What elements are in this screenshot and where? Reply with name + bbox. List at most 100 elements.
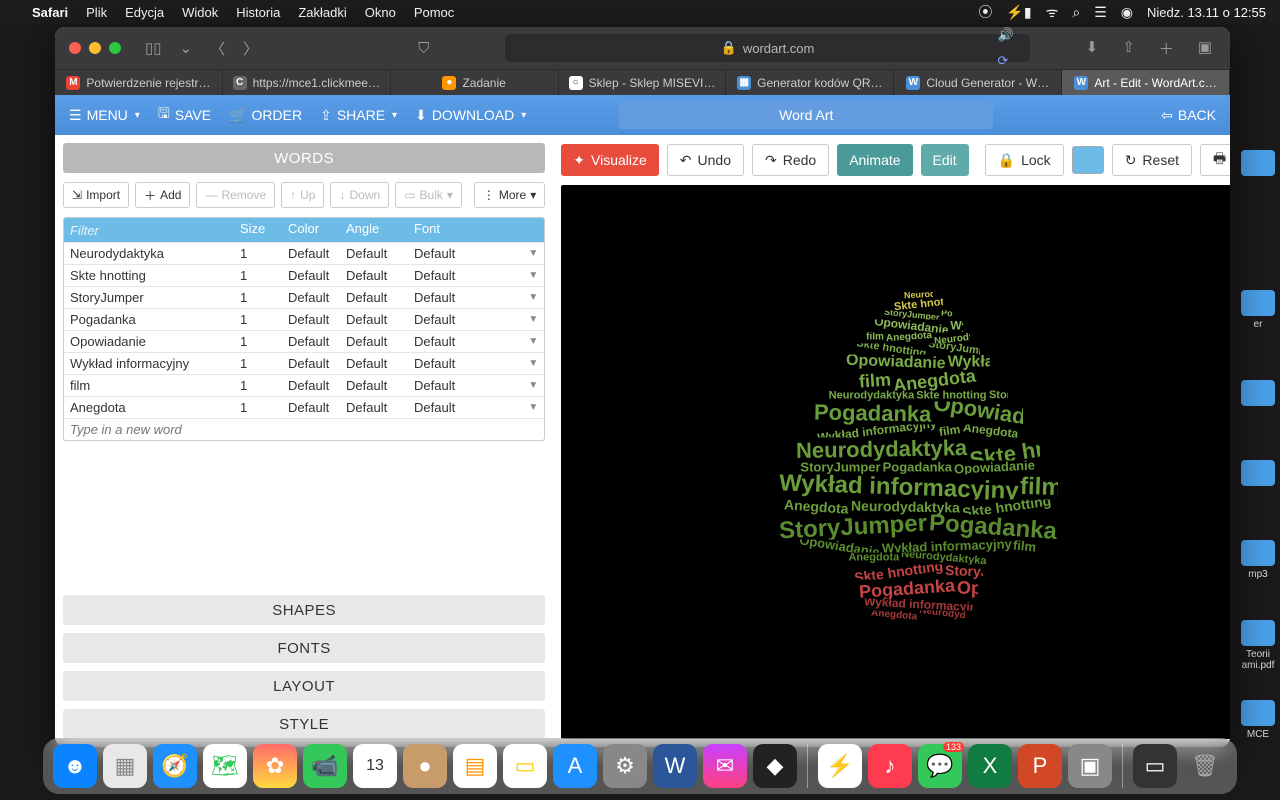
- browser-tab[interactable]: ▦Generator kodów QR…: [726, 70, 894, 95]
- dock-item[interactable]: ▭: [503, 744, 547, 788]
- browser-tab[interactable]: ●Zadanie: [391, 70, 559, 95]
- table-row[interactable]: StoryJumper1DefaultDefaultDefault▼: [64, 286, 544, 308]
- browser-tab[interactable]: ○Sklep - Sklep MISEVI…: [559, 70, 727, 95]
- shield-icon[interactable]: ⛉: [414, 40, 433, 57]
- up-button[interactable]: ↑ Up: [281, 182, 324, 208]
- col-font[interactable]: Font: [408, 218, 544, 242]
- back-button[interactable]: ⇦ BACK: [1161, 107, 1216, 124]
- dock-item[interactable]: 13: [353, 744, 397, 788]
- browser-tab[interactable]: Chttps://mce1.clickmee…: [223, 70, 391, 95]
- dock-item[interactable]: W: [653, 744, 697, 788]
- save-button[interactable]: 🖫 SAVE: [158, 103, 211, 127]
- dock-item[interactable]: ▣: [1068, 744, 1112, 788]
- dock-item[interactable]: A: [553, 744, 597, 788]
- download-button[interactable]: ⬇ DOWNLOAD: [415, 107, 526, 124]
- add-button[interactable]: ＋ Add: [135, 182, 190, 208]
- table-row[interactable]: Skte hnotting1DefaultDefaultDefault▼: [64, 264, 544, 286]
- accordion-layout[interactable]: LAYOUT: [63, 671, 545, 701]
- desktop-item[interactable]: mp3: [1238, 540, 1278, 580]
- new-word-input[interactable]: [70, 422, 228, 437]
- reload-icon[interactable]: ⟳: [997, 53, 1013, 69]
- menu-okno[interactable]: Okno: [365, 5, 396, 20]
- dock-item[interactable]: ▭: [1133, 744, 1177, 788]
- dock-item[interactable]: ☻: [53, 744, 97, 788]
- dock-item[interactable]: P: [1018, 744, 1062, 788]
- table-row[interactable]: Wykład informacyjny1DefaultDefaultDefaul…: [64, 352, 544, 374]
- desktop-item[interactable]: Teorii ami.pdf: [1238, 620, 1278, 671]
- col-angle[interactable]: Angle: [340, 218, 408, 242]
- menu-zakladki[interactable]: Zakładki: [298, 5, 346, 20]
- nav-back-icon[interactable]: 〈: [206, 38, 229, 59]
- browser-tab[interactable]: MPotwierdzenie rejestr…: [55, 70, 223, 95]
- clock[interactable]: Niedz. 13.11 o 12:55: [1147, 5, 1266, 20]
- table-row[interactable]: Pogadanka1DefaultDefaultDefault▼: [64, 308, 544, 330]
- dock-item[interactable]: 🗺: [203, 744, 247, 788]
- control-center-icon[interactable]: ☰: [1094, 4, 1107, 21]
- dock-item[interactable]: ●: [403, 744, 447, 788]
- menu-plik[interactable]: Plik: [86, 5, 107, 20]
- accordion-style[interactable]: STYLE: [63, 709, 545, 739]
- search-icon[interactable]: ⌕: [1072, 4, 1080, 21]
- desktop-item[interactable]: er: [1238, 290, 1278, 330]
- remove-button[interactable]: — Remove: [196, 182, 275, 208]
- edit-button[interactable]: Edit: [921, 144, 969, 176]
- minimize-icon[interactable]: [89, 42, 101, 54]
- address-bar[interactable]: 🔒 wordart.com 🔊⟳: [505, 34, 1029, 62]
- screenrec-icon[interactable]: ⦿: [978, 2, 992, 22]
- nav-forward-icon[interactable]: 〉: [239, 38, 262, 59]
- dock-item[interactable]: ✉: [703, 744, 747, 788]
- maximize-icon[interactable]: [109, 42, 121, 54]
- dock-item[interactable]: ▤: [453, 744, 497, 788]
- menu-widok[interactable]: Widok: [182, 5, 218, 20]
- dock-item[interactable]: X: [968, 744, 1012, 788]
- desktop-item[interactable]: MCE: [1238, 700, 1278, 740]
- art-title[interactable]: Word Art: [619, 101, 993, 129]
- preview-canvas[interactable]: NeurodydaktykaSkte hnottingStoryJumperPo…: [561, 185, 1230, 739]
- tabs-overview-icon[interactable]: ▣: [1194, 38, 1216, 59]
- new-tab-icon[interactable]: ＋: [1155, 38, 1178, 59]
- desktop-item[interactable]: [1238, 380, 1278, 409]
- menu-button[interactable]: ☰ MENU: [69, 107, 140, 124]
- dock-item[interactable]: 🗑: [1183, 744, 1227, 788]
- dock-item[interactable]: 🧭: [153, 744, 197, 788]
- down-button[interactable]: ↓ Down: [330, 182, 389, 208]
- audio-icon[interactable]: 🔊: [997, 27, 1013, 43]
- dock-item[interactable]: ✿: [253, 744, 297, 788]
- redo-button[interactable]: ↷ Redo: [752, 144, 829, 176]
- traffic-lights[interactable]: [69, 42, 121, 54]
- import-button[interactable]: ⇲ Import: [63, 182, 129, 208]
- wifi-icon[interactable]: ᯤ: [1046, 3, 1059, 22]
- browser-tab[interactable]: WArt - Edit - WordArt.c…: [1062, 70, 1230, 95]
- dock-item[interactable]: ▦: [103, 744, 147, 788]
- table-row[interactable]: film1DefaultDefaultDefault▼: [64, 374, 544, 396]
- dock-item[interactable]: ◆: [753, 744, 797, 788]
- app-name[interactable]: Safari: [32, 5, 68, 20]
- downloads-icon[interactable]: ⬇: [1082, 38, 1103, 59]
- menu-edycja[interactable]: Edycja: [125, 5, 164, 20]
- more-button[interactable]: ⋮ More ▾: [474, 182, 545, 208]
- accordion-shapes[interactable]: SHAPES: [63, 595, 545, 625]
- dock-item[interactable]: ⚡: [818, 744, 862, 788]
- accordion-words[interactable]: WORDS: [63, 143, 545, 173]
- share-icon[interactable]: ⇧: [1118, 38, 1139, 59]
- reset-button[interactable]: ↻ Reset: [1112, 144, 1192, 176]
- animate-button[interactable]: Animate: [837, 144, 912, 176]
- dock-item[interactable]: ♪: [868, 744, 912, 788]
- desktop-item[interactable]: [1238, 460, 1278, 489]
- accordion-fonts[interactable]: FONTS: [63, 633, 545, 663]
- table-row[interactable]: Opowiadanie1DefaultDefaultDefault▼: [64, 330, 544, 352]
- chevron-down-icon[interactable]: ⌄: [176, 39, 197, 57]
- menu-historia[interactable]: Historia: [236, 5, 280, 20]
- siri-icon[interactable]: ◉: [1121, 4, 1133, 21]
- bulk-button[interactable]: ▭ Bulk ▾: [395, 182, 462, 208]
- battery-icon[interactable]: ⚡▮: [1006, 4, 1031, 21]
- visualize-button[interactable]: ✦ Visualize: [561, 144, 659, 176]
- share-button[interactable]: ⇪ SHARE: [320, 107, 397, 124]
- col-color[interactable]: Color: [282, 218, 340, 242]
- table-row[interactable]: Neurodydaktyka1DefaultDefaultDefault▼: [64, 242, 544, 264]
- filter-input[interactable]: [70, 221, 228, 239]
- undo-button[interactable]: ↶ Undo: [667, 144, 744, 176]
- sidebar-icon[interactable]: ▯▯: [141, 39, 166, 57]
- menu-pomoc[interactable]: Pomoc: [414, 5, 454, 20]
- dock-item[interactable]: 💬133: [918, 744, 962, 788]
